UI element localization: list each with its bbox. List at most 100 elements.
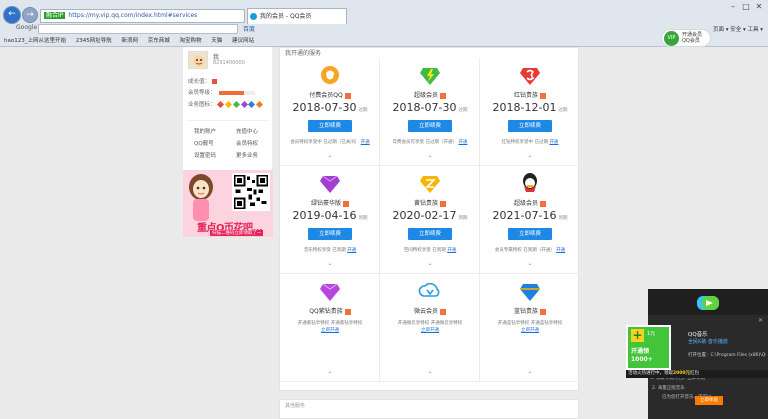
side-link[interactable]: QQ靓号 (194, 139, 214, 147)
yellow-diamond-icon[interactable] (418, 172, 442, 194)
level-label: 会员等级： (188, 90, 216, 96)
service-note-link[interactable]: 开通 (458, 140, 467, 145)
renew-button[interactable]: 立即续费 (408, 120, 452, 132)
bookmark-item[interactable]: 淘宝购物 (180, 38, 202, 44)
close-window-button[interactable]: ✕ (754, 2, 764, 12)
service-name-text: QQ紫钻贵族 (309, 308, 343, 315)
maximize-button[interactable]: □ (741, 2, 751, 12)
renew-button[interactable]: 立即续费 (408, 228, 452, 240)
user-id: 8291400000 (213, 60, 245, 66)
side-link[interactable]: 充值中心 (236, 127, 258, 135)
avatar[interactable] (188, 51, 208, 69)
renew-button[interactable]: 立即续费 (308, 228, 352, 240)
service-note-link[interactable]: 开通 (447, 248, 456, 253)
bookmarks-bar: hao123_上网从这里开始 2345网址导航 新浪网 京东商城 淘宝购物 天猫… (0, 36, 768, 46)
level-progress-fill (218, 90, 244, 95)
chevron-up-icon[interactable]: ⌃ (426, 155, 434, 162)
service-note-link[interactable]: 开通 (347, 248, 356, 253)
service-name: 蓝钻贵族 (480, 306, 580, 315)
bookmark-item[interactable]: hao123_上网从这里开始 (4, 38, 66, 44)
penguin-icon[interactable] (518, 172, 542, 194)
chevron-up-icon[interactable]: ⌃ (326, 155, 334, 162)
address-bar[interactable]: 融合IP https://my.vip.qq.com/index.html#ser… (40, 9, 245, 23)
gem-icon[interactable] (224, 100, 233, 108)
service-note: 年费会员可享受 已过期（开通） 开通 (384, 139, 476, 146)
back-button[interactable]: ← (3, 6, 21, 24)
growth-row: 成长值： (188, 77, 218, 85)
gem-icon[interactable] (248, 100, 256, 108)
popup-action-button[interactable]: 立即体验 (695, 396, 723, 405)
minimize-button[interactable]: – (728, 2, 738, 12)
promo-banner[interactable]: 重点Q币花吧... 扫描二维码立即领取了~ (183, 170, 273, 237)
expiry-date: 2021-07-16 到期 (480, 209, 580, 222)
address-text: https://my.vip.qq.com/index.html#service… (68, 12, 198, 19)
expiry-date-text: 2018-07-30 (292, 101, 357, 114)
cloud-icon[interactable] (418, 280, 442, 302)
popup-link[interactable]: 全民K歌·音乐播放 (688, 338, 728, 345)
expiry-date: 2019-04-16 到期 (280, 209, 380, 222)
service-note-text: 红钻特权享受中 已过期 (501, 140, 548, 145)
forward-button[interactable]: → (22, 7, 38, 23)
lightning-diamond-icon[interactable] (418, 64, 442, 86)
renew-button[interactable]: 立即续费 (508, 120, 552, 132)
addon-widget[interactable]: VIP 开通会员 QQ会员 (661, 29, 711, 47)
chevron-up-icon[interactable]: ⌃ (526, 371, 534, 378)
service-card: 超级会员 2021-07-16 到期 立即续费 会员专属特权 已到期（开通） 开通 ⌃ (480, 166, 580, 274)
expiry-unit: 过期 (558, 108, 568, 113)
expiry-date-text: 2018-07-30 (392, 101, 457, 114)
video-play-logo-icon (697, 296, 719, 310)
service-name-text: 微云会员 (413, 308, 438, 315)
popup-close-icon[interactable]: ✕ (758, 317, 763, 324)
tab-title: 我的会员 - QQ会员 (260, 13, 312, 20)
tab-current[interactable]: 我的会员 - QQ会员 (247, 8, 347, 24)
renew-button[interactable]: 立即续费 (308, 120, 352, 132)
addon-text: 开通会员 QQ会员 (682, 32, 702, 44)
open-service-link[interactable]: 立即开通 (421, 328, 439, 333)
service-name-text: 超级会员 (513, 200, 538, 207)
side-link[interactable]: 设置密码 (194, 151, 216, 159)
service-name-text: 付费会员QQ (309, 92, 343, 99)
chevron-up-icon[interactable]: ⌃ (526, 263, 534, 270)
bookmark-item[interactable]: 天猫 (211, 38, 222, 44)
bookmark-item[interactable]: 建议网站 (232, 38, 254, 44)
qq-member-icon[interactable] (318, 64, 342, 86)
service-note-link[interactable]: 开通 (556, 248, 565, 253)
service-name-text: 绿钻豪华版 (310, 200, 341, 207)
open-service-link[interactable]: 立即开通 (521, 328, 539, 333)
gem-icon[interactable] (217, 100, 225, 108)
green-diamond-icon[interactable] (318, 172, 342, 194)
popup-footer-text: 活动火热进行中，领取 (628, 371, 673, 376)
popup-badge[interactable]: + 1元 开通领 1000+ (626, 325, 671, 370)
purple-diamond-icon[interactable] (318, 280, 342, 302)
open-service-link[interactable]: 立即开通 (321, 328, 339, 333)
popup-footer: 活动火热进行中，领取2000元红包 (626, 370, 768, 378)
bookmark-item[interactable]: 新浪网 (121, 38, 138, 44)
chevron-up-icon[interactable]: ⌃ (526, 155, 534, 162)
renew-button[interactable]: 立即续费 (508, 228, 552, 240)
red-diamond-icon[interactable] (518, 64, 542, 86)
chevron-up-icon[interactable]: ⌃ (426, 371, 434, 378)
bookmark-item[interactable]: 2345网址导航 (76, 38, 112, 44)
search-input[interactable] (38, 24, 238, 34)
qr-code-icon (234, 175, 268, 209)
expiry-unit: 过期 (458, 108, 468, 113)
gem-icon[interactable] (232, 100, 240, 108)
chevron-up-icon[interactable]: ⌃ (326, 371, 334, 378)
bookmark-item[interactable]: 京东商城 (148, 38, 170, 44)
chevron-up-icon[interactable]: ⌃ (426, 263, 434, 270)
service-card: 付费会员QQ 2018-07-30 过期 立即续费 会员特权享受中 已过期（已关闭） 开… (280, 58, 380, 166)
side-link[interactable]: 我的账户 (194, 127, 216, 135)
expiry-date-text: 2018-12-01 (492, 101, 557, 114)
chevron-up-icon[interactable]: ⌃ (326, 263, 334, 270)
service-note-link[interactable]: 开通 (549, 140, 558, 145)
gem-icon[interactable] (255, 100, 264, 108)
search-engine-selector[interactable]: 百度 (243, 24, 255, 33)
service-note-text: 音乐特权享受 已到期 (303, 248, 346, 253)
blue-diamond-icon[interactable] (518, 280, 542, 302)
service-note-text: 年费会员可享受 已过期（开通） (392, 140, 457, 145)
service-note-link[interactable]: 开通 (361, 140, 370, 145)
toolbar-menus[interactable]: 页面 ▾ 安全 ▾ 工具 ▾ (713, 25, 763, 33)
side-link[interactable]: 更多业务 (236, 151, 258, 159)
service-name-text: 黄钻贵族 (413, 200, 438, 207)
side-link[interactable]: 会员特权 (236, 139, 258, 147)
